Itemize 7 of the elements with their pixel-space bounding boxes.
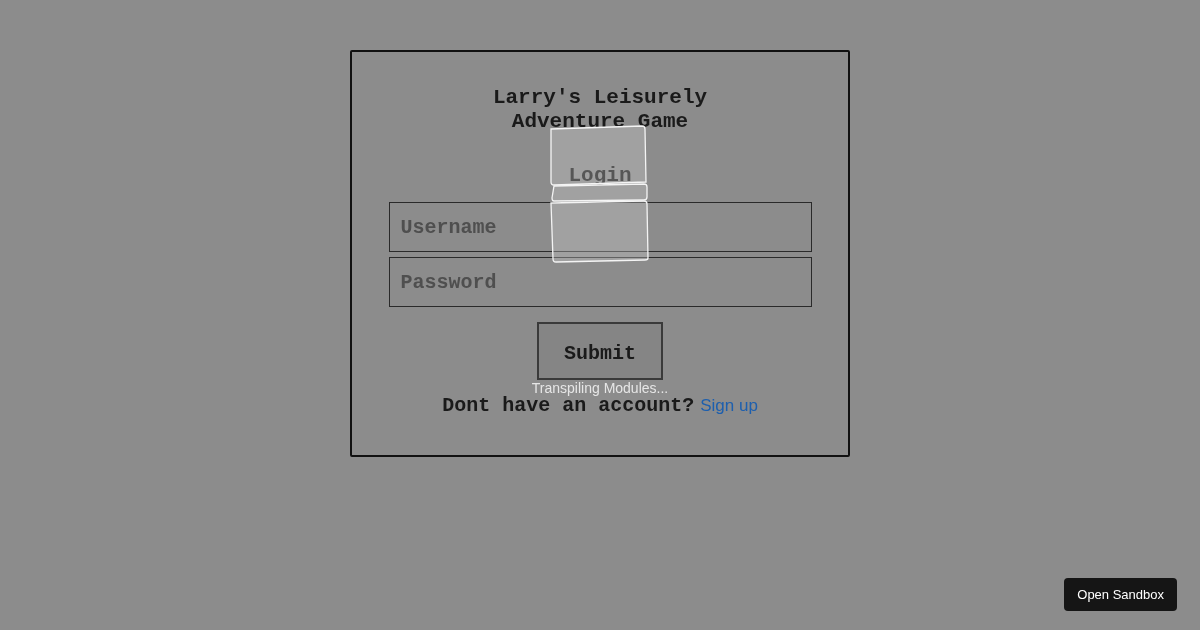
game-title: Larry's Leisurely Adventure Game [491,86,709,134]
submit-button[interactable]: Submit [537,322,663,380]
username-field[interactable]: Username [388,202,812,252]
open-sandbox-button[interactable]: Open Sandbox [1064,578,1177,611]
password-field[interactable]: Password [388,257,812,307]
loading-status: Transpiling Modules... [531,380,669,396]
login-heading: Login [568,164,632,188]
